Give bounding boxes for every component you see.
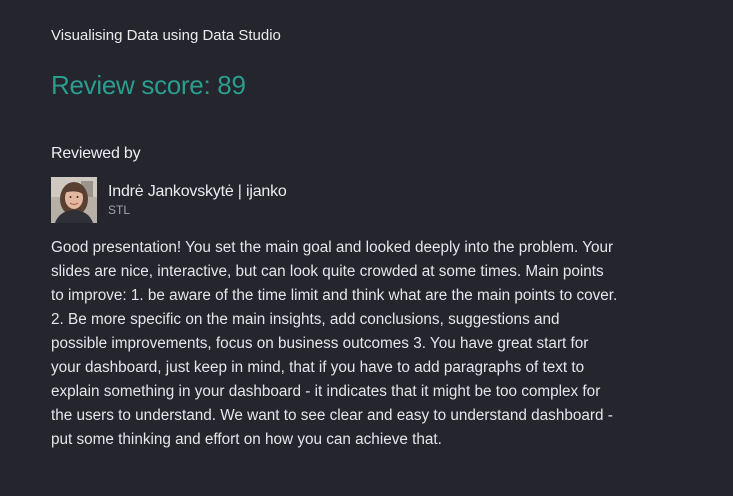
review-text-line: 2. Be more specific on the main insights… xyxy=(51,311,560,328)
review-text-line: your dashboard, just keep in mind, that … xyxy=(51,359,585,376)
review-text-line: to improve: 1. be aware of the time limi… xyxy=(51,287,618,304)
review-text-line: possible improvements, focus on business… xyxy=(51,335,589,352)
review-text: Good presentation! You set the main goal… xyxy=(51,236,691,452)
project-title: Visualising Data using Data Studio xyxy=(51,27,281,44)
reviewed-by-heading: Reviewed by xyxy=(51,145,141,162)
reviewer-photo xyxy=(51,177,97,223)
reviewer-role: STL xyxy=(108,203,131,217)
review-text-line: explain something in your dashboard - it… xyxy=(51,383,601,400)
review-score: Review score: 89 xyxy=(51,70,246,100)
reviewer-name: Indrė Jankovskytė | ijanko xyxy=(108,183,287,200)
review-text-line: Good presentation! You set the main goal… xyxy=(51,239,614,256)
reviewer-info: Indrė Jankovskytė | ijanko STL xyxy=(108,182,287,218)
reviewer-card: Indrė Jankovskytė | ijanko STL xyxy=(51,177,287,223)
review-text-line: the users to understand. We want to see … xyxy=(51,407,613,424)
review-text-line: slides are nice, interactive, but can lo… xyxy=(51,263,604,280)
avatar xyxy=(51,177,97,223)
review-text-line: put some thinking and effort on how you … xyxy=(51,431,442,448)
